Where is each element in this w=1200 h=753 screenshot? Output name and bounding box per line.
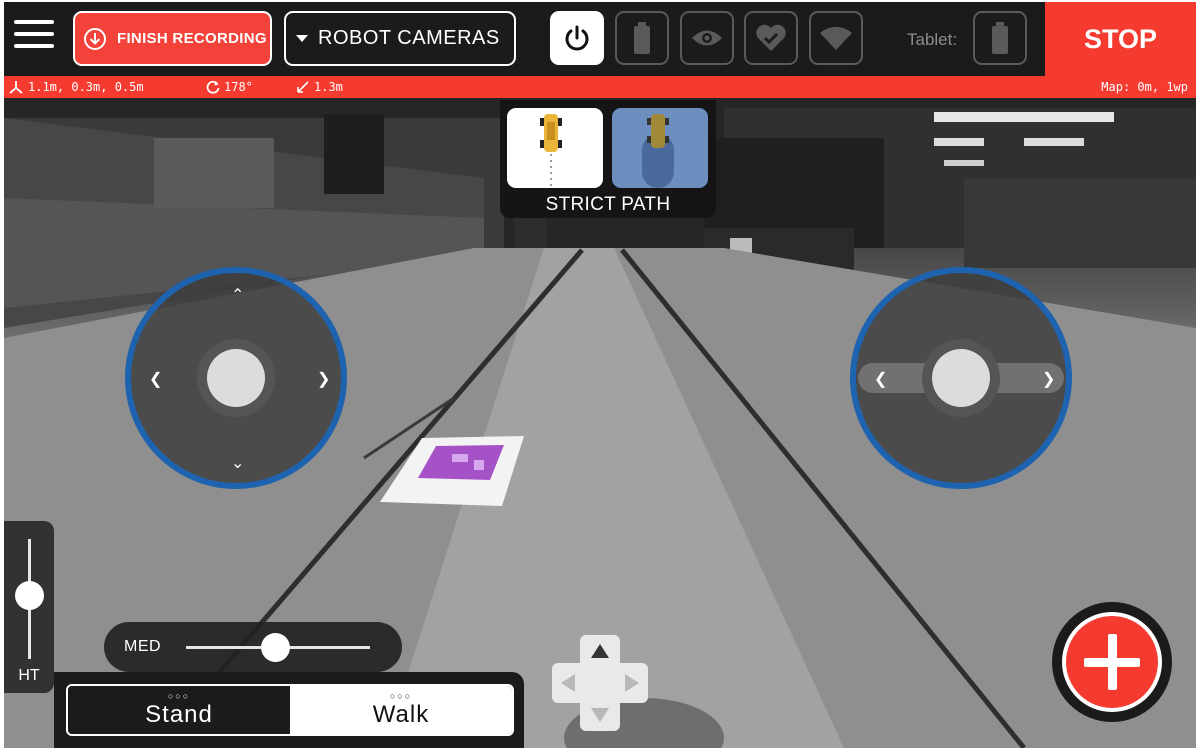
walk-button[interactable]: ○○○ Walk (290, 686, 512, 734)
chevron-right-icon: ❯ (317, 371, 331, 388)
power-icon (565, 25, 589, 51)
tablet-battery-button[interactable] (973, 11, 1027, 65)
dpad (552, 635, 648, 731)
chevron-up-icon: ⌃ (231, 287, 245, 304)
dpad-up-button[interactable] (586, 637, 614, 665)
position-readout: 1.1m, 0.3m, 0.5m (8, 80, 144, 94)
speed-slider-thumb[interactable] (261, 633, 290, 662)
chevron-left-icon: ❮ (149, 371, 163, 388)
eye-icon (692, 30, 722, 46)
left-joystick-knob[interactable] (207, 349, 265, 407)
strict-path-option[interactable] (507, 108, 603, 188)
axes-icon (9, 81, 23, 94)
health-button[interactable] (744, 11, 798, 65)
plus-icon (1062, 612, 1162, 712)
top-bar: FINISH RECORDING ROBOT CAMERAS Tablet: S… (4, 2, 1196, 76)
chevron-right-icon: ❯ (1042, 371, 1056, 388)
battery-icon (992, 22, 1008, 54)
walk-dots: ○○○ (389, 690, 413, 701)
wifi-button[interactable] (809, 11, 863, 65)
stand-label: Stand (145, 700, 213, 728)
mode-toggle: ○○○ Stand ○○○ Walk (66, 684, 514, 736)
right-joystick-knob[interactable] (932, 349, 990, 407)
camera-select-label: ROBOT CAMERAS (318, 27, 500, 49)
hamburger-icon (14, 20, 54, 24)
menu-button[interactable] (14, 20, 54, 56)
chevron-left-icon: ❮ (874, 371, 888, 388)
map-value: Map: 0m, 1wp (1101, 80, 1188, 94)
stand-button[interactable]: ○○○ Stand (68, 686, 290, 734)
left-joystick[interactable]: ⌃ ⌄ ❮ ❯ (125, 267, 347, 489)
robot-battery-button[interactable] (615, 11, 669, 65)
add-action-button[interactable] (1052, 602, 1172, 722)
dpad-right-button[interactable] (618, 669, 646, 697)
tablet-label: Tablet: (907, 30, 958, 49)
visibility-button[interactable] (680, 11, 734, 65)
rotate-icon (206, 80, 220, 94)
map-readout: Map: 0m, 1wp (1101, 80, 1188, 94)
chevron-down-icon: ⌄ (231, 455, 245, 472)
stand-dots: ○○○ (167, 690, 191, 701)
distance-readout: 1.3m (296, 80, 343, 94)
camera-select[interactable]: ROBOT CAMERAS (284, 11, 516, 66)
robot-corridor-icon (642, 114, 674, 188)
robot-control-app: FINISH RECORDING ROBOT CAMERAS Tablet: S… (4, 2, 1196, 748)
distance-value: 1.3m (314, 80, 343, 94)
download-circle-icon (84, 27, 106, 50)
rotation-readout: 178° (206, 80, 253, 94)
height-slider-thumb[interactable] (15, 581, 44, 610)
distance-icon (297, 81, 309, 93)
triangle-left-icon (561, 674, 575, 692)
strict-path-label: STRICT PATH (545, 194, 671, 215)
speed-slider-label: MED (124, 638, 162, 655)
robot-path-icon (540, 114, 562, 188)
triangle-up-icon (591, 644, 609, 658)
wifi-icon (820, 26, 852, 50)
right-joystick[interactable]: ❮ ❯ (850, 267, 1072, 489)
speed-slider: MED (104, 622, 402, 672)
strict-path-panel: STRICT PATH (500, 100, 716, 218)
height-slider-label: HT (18, 667, 40, 684)
mode-toggle-panel: ○○○ Stand ○○○ Walk (54, 672, 524, 748)
dpad-left-button[interactable] (554, 669, 582, 697)
finish-recording-label: FINISH RECORDING (117, 30, 267, 47)
caret-down-icon (296, 35, 308, 42)
walk-label: Walk (372, 700, 430, 728)
battery-icon (634, 22, 650, 54)
free-path-option[interactable] (612, 108, 708, 188)
finish-recording-button[interactable]: FINISH RECORDING (73, 11, 272, 66)
power-button[interactable] (550, 11, 604, 65)
height-slider: HT (4, 521, 54, 693)
position-value: 1.1m, 0.3m, 0.5m (28, 80, 144, 94)
heart-check-icon (756, 24, 786, 51)
stop-label: STOP (1083, 23, 1158, 54)
rotation-value: 178° (224, 80, 253, 94)
dpad-down-button[interactable] (586, 701, 614, 729)
status-bar: 1.1m, 0.3m, 0.5m 178° 1.3m Map: 0m, 1wp (4, 76, 1196, 98)
triangle-right-icon (625, 674, 639, 692)
stop-button[interactable]: STOP (1045, 2, 1196, 76)
triangle-down-icon (591, 708, 609, 722)
